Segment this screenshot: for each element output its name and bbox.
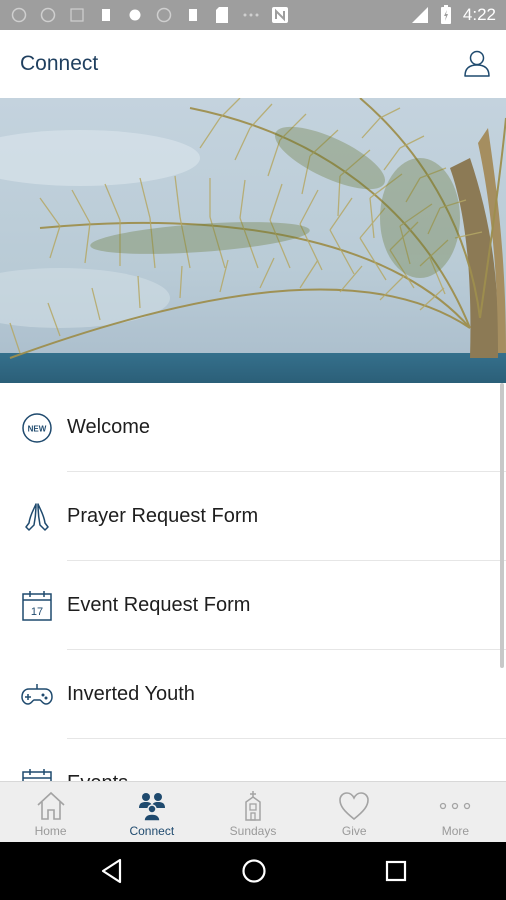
- app-header: Connect: [0, 30, 506, 98]
- menu-item-inverted-youth[interactable]: Inverted Youth: [0, 650, 506, 739]
- back-triangle-icon: [101, 858, 122, 884]
- svg-text:NEW: NEW: [27, 424, 46, 433]
- status-bar: 4:22: [0, 0, 506, 30]
- menu-item-welcome[interactable]: NEW Welcome: [0, 383, 506, 472]
- home-circle-icon: [242, 859, 266, 883]
- sync-icon: [39, 6, 57, 24]
- tab-label: Connect: [129, 824, 175, 838]
- tab-sundays[interactable]: Sundays: [202, 782, 303, 842]
- menu-item-event-request[interactable]: 17 Event Request Form: [0, 561, 506, 650]
- menu-item-label: Events: [67, 772, 128, 781]
- system-icons: 4:22: [411, 5, 496, 25]
- sync-icon: [10, 6, 28, 24]
- home-icon: [34, 789, 68, 823]
- notification-icons: [10, 5, 289, 25]
- tab-give[interactable]: Give: [304, 782, 405, 842]
- tab-label: More: [441, 824, 470, 838]
- home-nav-button[interactable]: [239, 856, 269, 886]
- svg-text:17: 17: [30, 606, 42, 618]
- bottom-tab-bar: Home Connect Sundays Give More: [0, 781, 506, 842]
- record-icon: [126, 6, 144, 24]
- menu-item-label: Inverted Youth: [67, 683, 195, 705]
- signal-icon: [411, 6, 429, 24]
- nfc-icon: [271, 6, 289, 24]
- profile-button[interactable]: [462, 48, 492, 78]
- church-icon: [236, 789, 270, 823]
- new-badge-icon: NEW: [20, 411, 53, 444]
- grid-icon: [68, 6, 86, 24]
- people-icon: [135, 789, 169, 823]
- menu-item-label: Event Request Form: [67, 594, 251, 616]
- menu-item-label: Prayer Request Form: [67, 505, 259, 527]
- scrollbar[interactable]: [500, 383, 504, 668]
- battery-icon: [437, 5, 455, 24]
- menu-item-events[interactable]: Events: [0, 739, 506, 781]
- download-icon: [97, 6, 115, 24]
- heart-icon: [337, 789, 371, 823]
- recents-square-icon: [385, 860, 407, 882]
- back-button[interactable]: [97, 856, 127, 886]
- more-dots-icon: [242, 6, 260, 24]
- tab-connect[interactable]: Connect: [101, 782, 202, 842]
- hero-image: [0, 98, 506, 383]
- page-title: Connect: [20, 52, 99, 75]
- calendar-icon: [20, 767, 53, 781]
- sync-icon: [155, 6, 173, 24]
- system-nav-bar: [0, 842, 506, 900]
- status-time: 4:22: [462, 5, 496, 24]
- user-icon: [464, 50, 490, 77]
- palm-tree-image: [0, 98, 506, 383]
- download-icon: [184, 6, 202, 24]
- tab-more[interactable]: More: [405, 782, 506, 842]
- menu-item-label: Welcome: [67, 416, 150, 438]
- praying-hands-icon: [20, 500, 53, 533]
- recents-button[interactable]: [381, 856, 411, 886]
- menu-list: NEW Welcome Prayer Request Form 17 Event…: [0, 383, 506, 781]
- tab-label: Give: [341, 824, 367, 838]
- gamepad-icon: [20, 678, 53, 711]
- menu-item-prayer-request[interactable]: Prayer Request Form: [0, 472, 506, 561]
- tab-label: Home: [34, 824, 67, 838]
- sd-card-icon: [213, 6, 231, 24]
- tab-label: Sundays: [229, 824, 277, 838]
- tab-home[interactable]: Home: [0, 782, 101, 842]
- calendar-icon: 17: [20, 589, 53, 622]
- more-icon: [438, 789, 472, 823]
